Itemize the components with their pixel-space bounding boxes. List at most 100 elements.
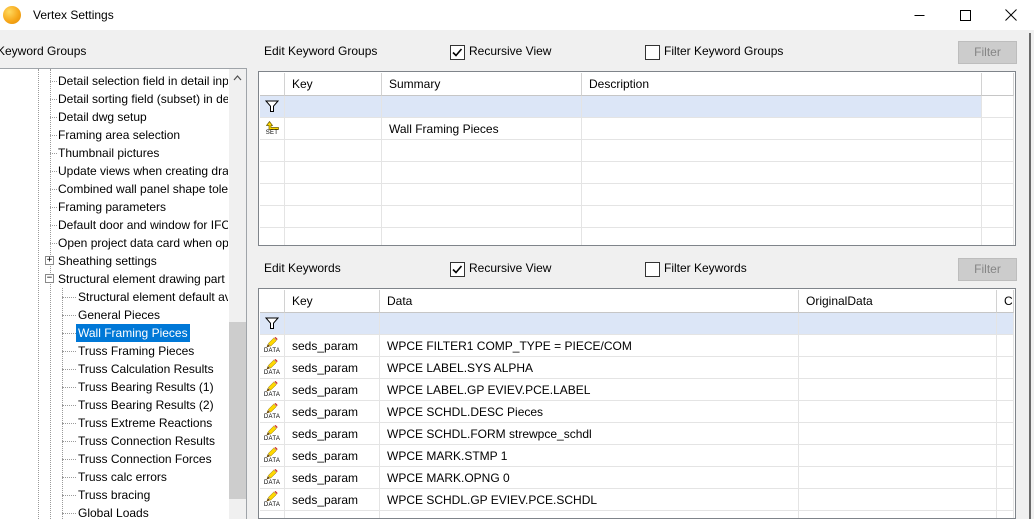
table-cell[interactable] — [982, 206, 1014, 228]
table-cell[interactable] — [997, 313, 1014, 335]
table-cell[interactable] — [285, 162, 382, 184]
tree-scrollbar-thumb[interactable] — [229, 322, 246, 499]
table-cell[interactable] — [582, 184, 982, 206]
empty-row[interactable] — [260, 162, 1014, 184]
table-cell[interactable] — [997, 445, 1014, 467]
table-cell[interactable] — [582, 162, 982, 184]
tree-scrollbar[interactable] — [229, 69, 246, 519]
table-cell[interactable]: seds_param — [285, 401, 380, 423]
column-header[interactable]: Key — [285, 73, 382, 96]
tree-item[interactable]: +Sheathing settings — [0, 252, 228, 270]
table-cell[interactable] — [285, 184, 382, 206]
column-header[interactable] — [260, 290, 285, 313]
table-cell[interactable] — [997, 511, 1014, 519]
table-cell[interactable] — [380, 511, 799, 519]
table-cell[interactable]: seds_param — [285, 489, 380, 511]
row-icon-cell[interactable]: DATA — [260, 489, 285, 511]
table-cell[interactable] — [285, 140, 382, 162]
table-cell[interactable] — [582, 228, 982, 246]
row-icon-cell[interactable]: DATA — [260, 423, 285, 445]
recursive-view-checkbox[interactable] — [450, 45, 465, 60]
tree-item[interactable]: Truss Extreme Reactions — [0, 414, 228, 432]
row-icon-cell[interactable] — [260, 184, 285, 206]
table-cell[interactable] — [799, 445, 997, 467]
table-cell[interactable] — [285, 206, 382, 228]
table-cell[interactable] — [382, 162, 582, 184]
table-row[interactable]: DATAseds_paramWPCE FILTER1 COMP_TYPE = P… — [260, 335, 1014, 357]
empty-row[interactable] — [260, 511, 1014, 519]
collapse-minus-icon[interactable]: − — [45, 274, 54, 283]
table-cell[interactable] — [582, 118, 982, 140]
tree-item[interactable]: General Pieces — [0, 306, 228, 324]
table-cell[interactable] — [285, 118, 382, 140]
tree-item[interactable]: Truss Framing Pieces — [0, 342, 228, 360]
column-header[interactable]: Description — [582, 73, 982, 96]
row-icon-cell[interactable] — [260, 228, 285, 246]
table-cell[interactable] — [285, 96, 382, 118]
tree-item[interactable]: Framing parameters — [0, 198, 228, 216]
table-cell[interactable] — [982, 228, 1014, 246]
row-icon-cell[interactable] — [260, 511, 285, 519]
row-icon-cell[interactable]: DATA — [260, 357, 285, 379]
tree-item[interactable]: Update views when creating dra — [0, 162, 228, 180]
tree-item[interactable]: Structural element default av — [0, 288, 228, 306]
row-icon-cell[interactable] — [260, 206, 285, 228]
tree-item[interactable]: Truss calc errors — [0, 468, 228, 486]
tree-item[interactable]: Truss Connection Forces — [0, 450, 228, 468]
table-cell[interactable]: seds_param — [285, 379, 380, 401]
row-icon-cell[interactable] — [260, 96, 285, 118]
table-cell[interactable] — [285, 313, 380, 335]
empty-row[interactable] — [260, 140, 1014, 162]
column-header[interactable]: Key — [285, 290, 380, 313]
column-header[interactable] — [260, 73, 285, 96]
tree-item[interactable]: Truss Bearing Results (2) — [0, 396, 228, 414]
row-icon-cell[interactable]: SET — [260, 118, 285, 140]
minimize-button[interactable] — [896, 0, 942, 30]
recursive-view-keywords-checkbox[interactable] — [450, 262, 465, 277]
table-cell[interactable] — [997, 379, 1014, 401]
empty-row[interactable] — [260, 184, 1014, 206]
table-row[interactable]: SETWall Framing Pieces — [260, 118, 1014, 140]
empty-row[interactable] — [260, 228, 1014, 246]
table-cell[interactable] — [799, 313, 997, 335]
table-cell[interactable] — [982, 184, 1014, 206]
row-icon-cell[interactable] — [260, 162, 285, 184]
row-icon-cell[interactable] — [260, 313, 285, 335]
tree-item[interactable]: Truss bracing — [0, 486, 228, 504]
table-cell[interactable] — [997, 489, 1014, 511]
row-icon-cell[interactable]: DATA — [260, 401, 285, 423]
table-row[interactable]: DATAseds_paramWPCE SCHDL.DESC Pieces — [260, 401, 1014, 423]
row-icon-cell[interactable]: DATA — [260, 335, 285, 357]
row-icon-cell[interactable] — [260, 140, 285, 162]
tree-item[interactable]: Global Loads — [0, 504, 228, 519]
table-cell[interactable] — [982, 162, 1014, 184]
empty-row[interactable] — [260, 206, 1014, 228]
table-cell[interactable] — [799, 511, 997, 519]
table-cell[interactable]: seds_param — [285, 335, 380, 357]
table-cell[interactable] — [997, 423, 1014, 445]
table-row[interactable]: DATAseds_paramWPCE SCHDL.FORM strewpce_s… — [260, 423, 1014, 445]
table-cell[interactable] — [982, 118, 1014, 140]
filter-row[interactable] — [260, 96, 1014, 118]
tree-item[interactable]: Thumbnail pictures — [0, 144, 228, 162]
column-header[interactable]: Co — [997, 290, 1014, 313]
tree-item[interactable]: −Structural element drawing part — [0, 270, 228, 288]
table-cell[interactable]: WPCE SCHDL.FORM strewpce_schdl — [380, 423, 799, 445]
table-cell[interactable]: WPCE LABEL.GP EVIEV.PCE.LABEL — [380, 379, 799, 401]
table-cell[interactable] — [799, 489, 997, 511]
tree-item[interactable]: Detail selection field in detail inp — [0, 72, 228, 90]
tree-item[interactable]: Default door and window for IFC — [0, 216, 228, 234]
row-icon-cell[interactable]: DATA — [260, 379, 285, 401]
table-cell[interactable] — [582, 140, 982, 162]
table-cell[interactable] — [799, 467, 997, 489]
table-cell[interactable]: seds_param — [285, 467, 380, 489]
table-cell[interactable] — [997, 357, 1014, 379]
filter-keywords-button[interactable]: Filter — [958, 258, 1017, 281]
table-cell[interactable]: seds_param — [285, 357, 380, 379]
table-cell[interactable]: WPCE SCHDL.DESC Pieces — [380, 401, 799, 423]
tree-item[interactable]: Framing area selection — [0, 126, 228, 144]
table-row[interactable]: DATAseds_paramWPCE MARK.STMP 1 — [260, 445, 1014, 467]
table-cell[interactable] — [799, 401, 997, 423]
table-cell[interactable] — [799, 423, 997, 445]
maximize-button[interactable] — [942, 0, 988, 30]
